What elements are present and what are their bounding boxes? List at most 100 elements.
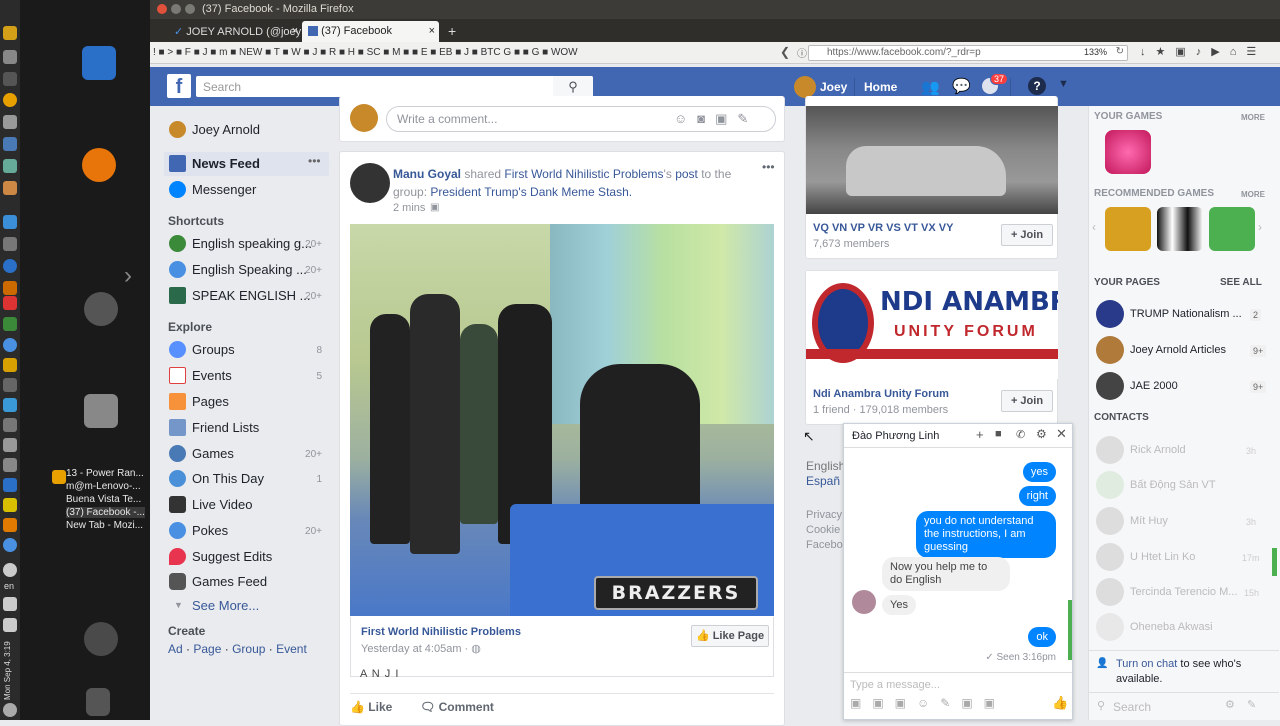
explore-item-groups[interactable]: Groups: [192, 342, 235, 357]
candy-crush-icon[interactable]: [1105, 130, 1151, 174]
contact-item[interactable]: Tercinda Terencio M...: [1130, 586, 1237, 598]
post-time[interactable]: 2 mins: [393, 202, 425, 214]
shared-page-link[interactable]: First World Nihilistic Problems: [361, 626, 521, 638]
create-event-link[interactable]: Event: [276, 642, 307, 656]
bookmark-items[interactable]: ! ■ > ■ F ■ J ■ m ■ NEW ■ T ■ W ■ J ■ R …: [153, 47, 578, 58]
contact-avatar[interactable]: [1096, 436, 1124, 464]
contact-avatar[interactable]: [1096, 543, 1124, 571]
chevron-right-icon[interactable]: ›: [124, 262, 132, 290]
reload-icon[interactable]: ↻: [1116, 46, 1124, 57]
app-icon[interactable]: [3, 498, 17, 512]
group-cover-photo[interactable]: [806, 106, 1058, 214]
profile-link[interactable]: Joey Arnold: [192, 122, 260, 137]
chat-search-input[interactable]: Search: [1113, 700, 1151, 714]
scrollbar[interactable]: [1272, 548, 1277, 576]
page-avatar[interactable]: [1096, 372, 1124, 400]
game-thumbnail[interactable]: [1209, 207, 1255, 251]
chat-header[interactable]: Đào Phương Linh + ■ ✆ ⚙ ✕: [844, 424, 1072, 448]
chat-tools-icons[interactable]: ▣▣▣☺✎▣▣: [850, 696, 1006, 710]
group-link[interactable]: President Trump's Dank Meme Stash.: [430, 185, 632, 199]
footer-link[interactable]: Facebo: [806, 539, 843, 551]
add-person-icon[interactable]: +: [976, 427, 984, 442]
clock[interactable]: Mon Sep 4, 3:19 PM: [3, 640, 15, 700]
taskbar-item-active[interactable]: (37) Facebook -...: [66, 507, 145, 518]
explore-item-friend-lists[interactable]: Friend Lists: [192, 420, 259, 435]
app-icon[interactable]: [3, 378, 17, 392]
close-window-button[interactable]: [157, 4, 167, 14]
footer-lang-alt[interactable]: Españ: [806, 474, 840, 488]
source-page-link[interactable]: First World Nihilistic Problems: [504, 167, 663, 181]
page-item[interactable]: JAE 2000: [1130, 380, 1178, 392]
app-icon[interactable]: [3, 237, 17, 251]
avatar[interactable]: [794, 76, 816, 98]
avatar[interactable]: [350, 163, 390, 203]
comment-tools-icons[interactable]: ☺◙▣✎: [674, 111, 758, 127]
toolbar-icons[interactable]: ↓★▣♪▶⌂☰: [1140, 45, 1266, 58]
contact-item[interactable]: Oheneba Akwasi: [1130, 621, 1213, 633]
post-link[interactable]: post: [675, 167, 698, 181]
explore-item-live-video[interactable]: Live Video: [192, 497, 252, 512]
create-page-link[interactable]: Page: [193, 642, 221, 656]
close-icon[interactable]: ✕: [1056, 426, 1067, 442]
chat-search-bar[interactable]: ⚲ Search ⚙ ✎: [1089, 692, 1279, 720]
app-icon[interactable]: [3, 159, 17, 173]
home-link[interactable]: Home: [864, 80, 897, 94]
taskbar-item[interactable]: m@m-Lenovo-...: [66, 481, 141, 492]
phone-icon[interactable]: ✆: [1016, 428, 1025, 441]
explore-item-pokes[interactable]: Pokes: [192, 523, 228, 538]
minimize-button[interactable]: [171, 4, 181, 14]
network-icon[interactable]: [3, 563, 17, 577]
news-feed-link[interactable]: News Feed: [192, 156, 260, 171]
group-cover-photo[interactable]: NDI ANAMBRA UNITY FORUM: [806, 271, 1058, 379]
app-icon[interactable]: [3, 281, 17, 295]
scrollbar[interactable]: [1068, 600, 1072, 660]
more-options-icon[interactable]: •••: [308, 154, 321, 168]
lang-indicator[interactable]: en: [4, 581, 14, 591]
contact-avatar[interactable]: [1096, 613, 1124, 641]
help-icon[interactable]: ?: [1028, 77, 1046, 95]
join-group-button[interactable]: + Join: [1001, 390, 1053, 412]
app-icon[interactable]: [3, 50, 17, 64]
like-button[interactable]: 👍 Like: [350, 700, 392, 714]
more-options-icon[interactable]: •••: [762, 160, 775, 174]
like-page-button[interactable]: 👍 Like Page: [691, 625, 769, 647]
app-icon[interactable]: [3, 418, 17, 432]
firefox-icon[interactable]: [82, 148, 116, 182]
contact-avatar[interactable]: [1096, 471, 1124, 499]
shortcut-item[interactable]: English Speaking ...: [192, 262, 307, 277]
turn-on-chat-link[interactable]: Turn on chat: [1116, 658, 1177, 670]
footer-link[interactable]: Cookie: [806, 524, 840, 536]
page-item[interactable]: Joey Arnold Articles: [1130, 344, 1226, 356]
chevron-right-icon[interactable]: ›: [1258, 220, 1262, 234]
new-tab-button[interactable]: +: [442, 19, 462, 40]
messenger-icon[interactable]: 💬: [952, 77, 971, 95]
bluetooth-icon[interactable]: [3, 618, 17, 632]
create-ad-link[interactable]: Ad: [168, 642, 183, 656]
comment-button[interactable]: 🗨 Comment: [420, 700, 494, 714]
power-icon[interactable]: [3, 703, 17, 717]
see-all-link[interactable]: SEE ALL: [1220, 277, 1262, 288]
post-photo[interactable]: BRAZZERS: [350, 224, 774, 616]
files-icon[interactable]: [84, 394, 118, 428]
footer-link[interactable]: Privacy: [806, 509, 842, 521]
explore-item-games-feed[interactable]: Games Feed: [192, 574, 267, 589]
zoom-level[interactable]: 133%: [1084, 47, 1107, 57]
explore-item-events[interactable]: Events: [192, 368, 232, 383]
contact-item[interactable]: U Htet Lin Ko: [1130, 551, 1195, 563]
game-thumbnail[interactable]: [1105, 207, 1151, 251]
close-tab-icon[interactable]: ×: [292, 25, 298, 37]
footer-lang[interactable]: English: [806, 459, 845, 473]
taskbar-item[interactable]: New Tab - Mozi...: [66, 520, 143, 531]
thumbs-up-icon[interactable]: 👍: [1052, 695, 1068, 711]
volume-icon[interactable]: [3, 597, 17, 611]
page-item[interactable]: TRUMP Nationalism ...: [1130, 308, 1242, 320]
app-icon[interactable]: [3, 398, 17, 412]
maximize-button[interactable]: [185, 4, 195, 14]
group-name-link[interactable]: VQ VN VP VR VS VT VX VY: [813, 222, 953, 234]
app-icon[interactable]: [3, 296, 17, 310]
shortcut-item[interactable]: English speaking g...: [192, 236, 312, 251]
app-icon[interactable]: [3, 338, 17, 352]
gear-icon[interactable]: ⚙: [1225, 698, 1235, 711]
search-input[interactable]: Search: [196, 76, 593, 97]
more-link[interactable]: MORE: [1241, 190, 1265, 199]
